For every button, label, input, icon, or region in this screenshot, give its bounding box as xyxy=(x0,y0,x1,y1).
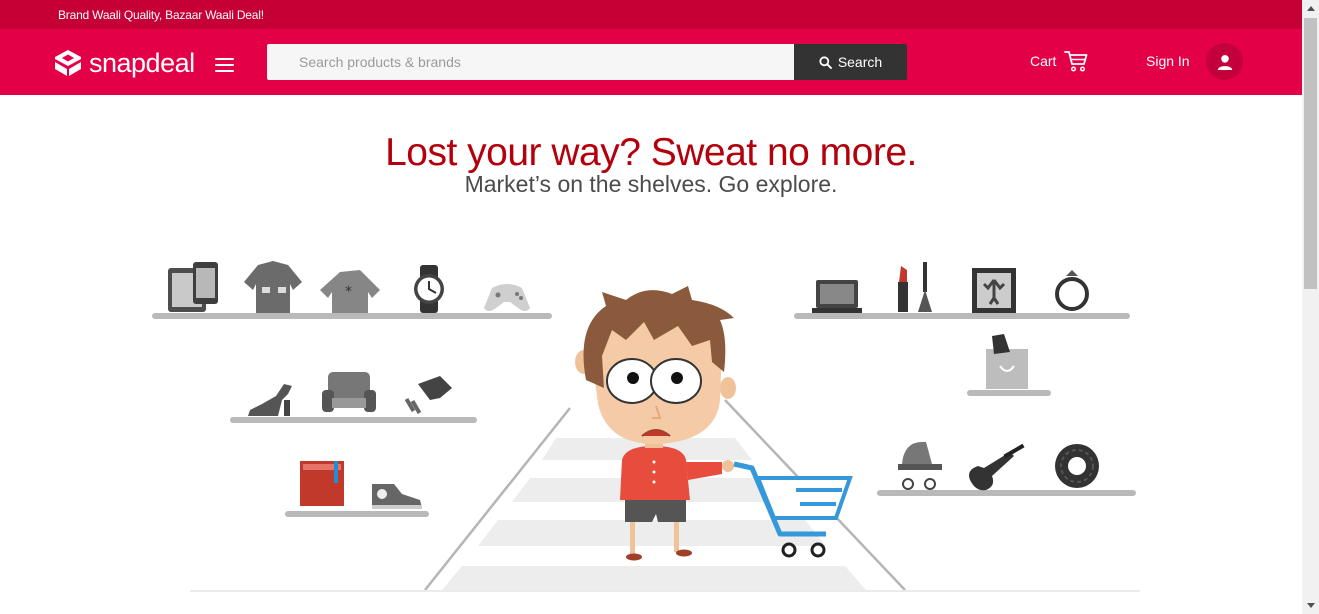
user-avatar[interactable] xyxy=(1206,43,1243,80)
search-icon xyxy=(819,55,832,69)
tagline-text: Brand Waali Quality, Bazaar Waali Deal! xyxy=(58,8,264,22)
sandal-icon xyxy=(248,384,292,416)
ring-icon xyxy=(1055,270,1089,311)
sneaker-icon xyxy=(372,484,422,509)
watch-icon xyxy=(414,265,444,313)
logo-text: snapdeal xyxy=(89,47,195,78)
armchair-icon xyxy=(322,372,376,412)
electronics-icon xyxy=(168,262,218,312)
snapdeal-logo-icon xyxy=(55,50,81,76)
shirt-icon xyxy=(244,261,302,313)
shopping-bag-icon xyxy=(986,334,1028,389)
signin-link[interactable]: Sign In xyxy=(1146,53,1190,69)
site-header: snapdeal Search Cart Sign In xyxy=(0,29,1302,95)
tyre-icon xyxy=(1055,444,1099,488)
search-input[interactable] xyxy=(267,44,795,80)
top-promo-bar: Brand Waali Quality, Bazaar Waali Deal! xyxy=(0,0,1302,29)
cart-label: Cart xyxy=(1030,53,1057,69)
cosmetics-icon xyxy=(898,262,932,312)
guitar-icon xyxy=(969,443,1025,491)
search-button[interactable]: Search xyxy=(794,44,907,80)
scroll-thumb[interactable] xyxy=(1304,18,1317,289)
menu-icon[interactable] xyxy=(215,58,234,72)
svg-text:*: * xyxy=(345,284,352,300)
hand-mixer-icon xyxy=(404,376,452,415)
stroller-icon xyxy=(898,441,942,490)
snapdeal-logo[interactable]: snapdeal xyxy=(53,48,195,78)
scroll-up-arrow[interactable] xyxy=(1302,0,1319,17)
game-controller-icon xyxy=(484,284,530,311)
fitness-poster-icon xyxy=(972,268,1016,313)
tshirt-icon: * xyxy=(320,270,380,313)
cart-icon xyxy=(1064,51,1088,72)
boy-character xyxy=(575,286,736,561)
lost-shopper-illustration: * xyxy=(152,261,1140,592)
page-scrollbar[interactable] xyxy=(1302,0,1319,614)
laptop-icon xyxy=(812,280,862,313)
cart-button[interactable]: Cart xyxy=(1030,50,1088,72)
search-button-label: Search xyxy=(837,54,883,70)
user-icon xyxy=(1217,54,1232,70)
scroll-down-arrow[interactable] xyxy=(1302,597,1319,614)
book-icon xyxy=(300,461,344,506)
